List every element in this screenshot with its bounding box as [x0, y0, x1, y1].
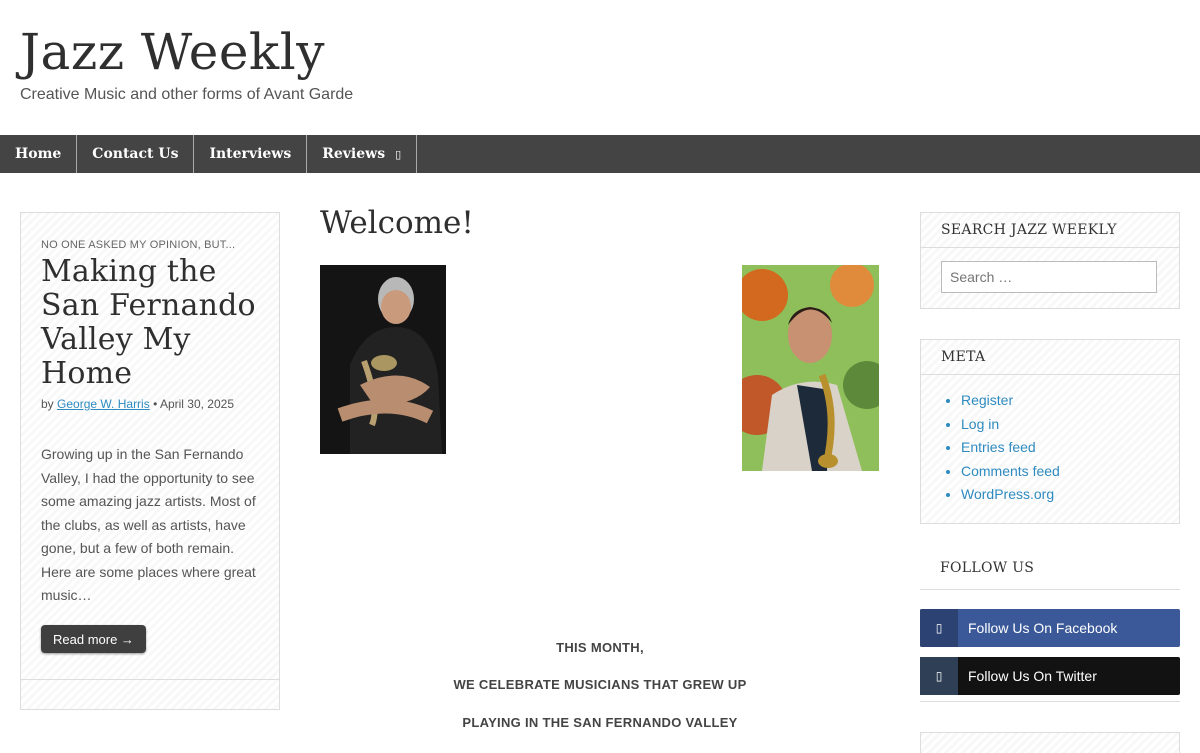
meta-link-comments-feed[interactable]: Comments feed: [961, 460, 1179, 484]
saxophonist-illustration: [742, 265, 879, 471]
facebook-icon: ▯: [920, 609, 958, 647]
nav-item-label: Home: [15, 146, 62, 162]
meta-link-register[interactable]: Register: [961, 389, 1179, 413]
search-input[interactable]: [941, 261, 1157, 293]
post-excerpt: Growing up in the San Fernando Valley, I…: [41, 446, 256, 603]
post-meta: by George W. Harris • April 30, 2025: [41, 397, 263, 411]
announcement-line-3: PLAYING IN THE SAN FERNANDO VALLEY: [462, 715, 738, 730]
announcement-line-1: THIS MONTH,: [556, 640, 644, 655]
follow-us-title: FOLLOW US: [920, 560, 1180, 590]
twitter-icon: ▯: [920, 657, 958, 695]
byline-prefix: by: [41, 397, 54, 411]
next-widget: [920, 732, 1180, 753]
meta-widget: META Register Log in Entries feed Commen…: [920, 339, 1180, 524]
nav-item-reviews[interactable]: Reviews ▯: [307, 135, 418, 173]
twitter-follow-button[interactable]: ▯ Follow Us On Twitter: [920, 657, 1180, 695]
meta-links: Register Log in Entries feed Comments fe…: [921, 389, 1179, 507]
divider: [920, 701, 1180, 702]
post-category[interactable]: NO ONE ASKED MY OPINION, BUT...: [41, 239, 263, 251]
saxophonist-photo-left: [320, 265, 446, 454]
widget-title: SEARCH JAZZ WEEKLY: [921, 213, 1179, 248]
facebook-follow-button[interactable]: ▯ Follow Us On Facebook: [920, 609, 1180, 647]
twitter-follow-label: Follow Us On Twitter: [968, 668, 1097, 684]
nav-item-label: Reviews: [322, 146, 386, 162]
main-navigation: Home Contact Us Interviews Reviews ▯: [0, 135, 1200, 173]
saxophonist-illustration: [320, 265, 446, 454]
meta-separator: •: [153, 397, 158, 411]
dropdown-arrow-icon: ▯: [395, 147, 402, 161]
nav-item-contact-us[interactable]: Contact Us: [77, 135, 195, 173]
site-tagline: Creative Music and other forms of Avant …: [20, 86, 354, 103]
site-title[interactable]: Jazz Weekly: [20, 20, 325, 84]
nav-item-home[interactable]: Home: [0, 135, 78, 173]
announcement-line-2: WE CELEBRATE MUSICIANS THAT GREW UP: [453, 677, 747, 692]
post-date: April 30, 2025: [159, 397, 235, 411]
meta-link-wordpress[interactable]: WordPress.org: [961, 483, 1179, 507]
read-more-button[interactable]: Read more →: [41, 625, 146, 653]
search-widget: SEARCH JAZZ WEEKLY: [920, 212, 1180, 309]
saxophonist-photo-right: [742, 265, 879, 471]
post-title[interactable]: Making the San Fernando Valley My Home: [41, 255, 263, 391]
nav-item-label: Interviews: [209, 146, 292, 162]
nav-item-label: Contact Us: [92, 146, 179, 162]
facebook-follow-label: Follow Us On Facebook: [968, 620, 1118, 636]
meta-link-entries-feed[interactable]: Entries feed: [961, 436, 1179, 460]
card-footer: [21, 679, 279, 710]
featured-post-card: NO ONE ASKED MY OPINION, BUT... Making t…: [20, 212, 280, 710]
page-heading: Welcome!: [320, 205, 474, 241]
author-link[interactable]: George W. Harris: [57, 397, 150, 411]
nav-item-interviews[interactable]: Interviews: [194, 135, 308, 173]
meta-link-login[interactable]: Log in: [961, 413, 1179, 437]
widget-title: META: [921, 340, 1179, 375]
